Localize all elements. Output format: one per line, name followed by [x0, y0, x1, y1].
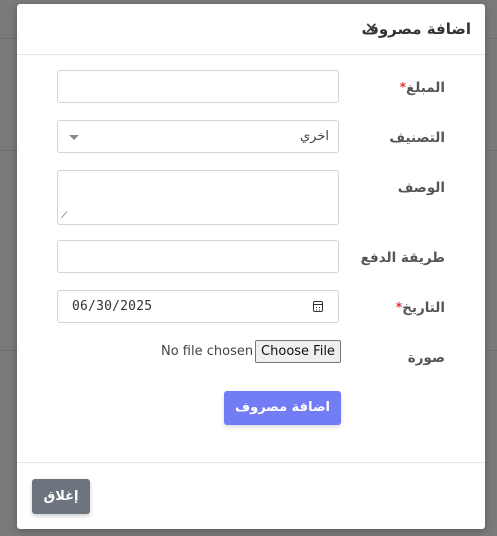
add-expense-button[interactable]: اضافة مصروف [224, 391, 341, 425]
calendar-icon[interactable] [313, 301, 323, 312]
description-label: الوصف [397, 180, 445, 196]
modal-header: اضافة مصروف × [17, 4, 485, 55]
description-textarea[interactable]: ⟋ [57, 170, 339, 225]
resize-handle-icon[interactable]: ⟋ [61, 212, 67, 221]
image-label: صورة [407, 350, 445, 366]
payment-method-input[interactable] [57, 240, 339, 273]
close-button[interactable]: إغلاق [32, 479, 90, 514]
category-select[interactable]: اخري [57, 120, 339, 153]
category-selected-value: اخري [300, 129, 329, 144]
modal-footer: إغلاق [17, 462, 485, 529]
choose-file-button[interactable]: Choose File [255, 340, 341, 363]
date-label: *التاريخ [395, 300, 445, 316]
add-expense-modal: اضافة مصروف × *المبلغ التصنيف اخري الوصف… [17, 4, 485, 529]
file-status: No file chosen [161, 344, 254, 359]
close-icon[interactable]: × [365, 19, 378, 37]
payment-method-label: طريقة الدفع [360, 250, 445, 266]
chevron-down-icon [69, 135, 79, 140]
amount-input[interactable] [57, 70, 339, 103]
category-label: التصنيف [389, 130, 445, 146]
date-value: 06/30/2025 [72, 299, 153, 314]
amount-label: *المبلغ [399, 80, 445, 96]
date-input[interactable]: 06/30/2025 [57, 290, 339, 323]
